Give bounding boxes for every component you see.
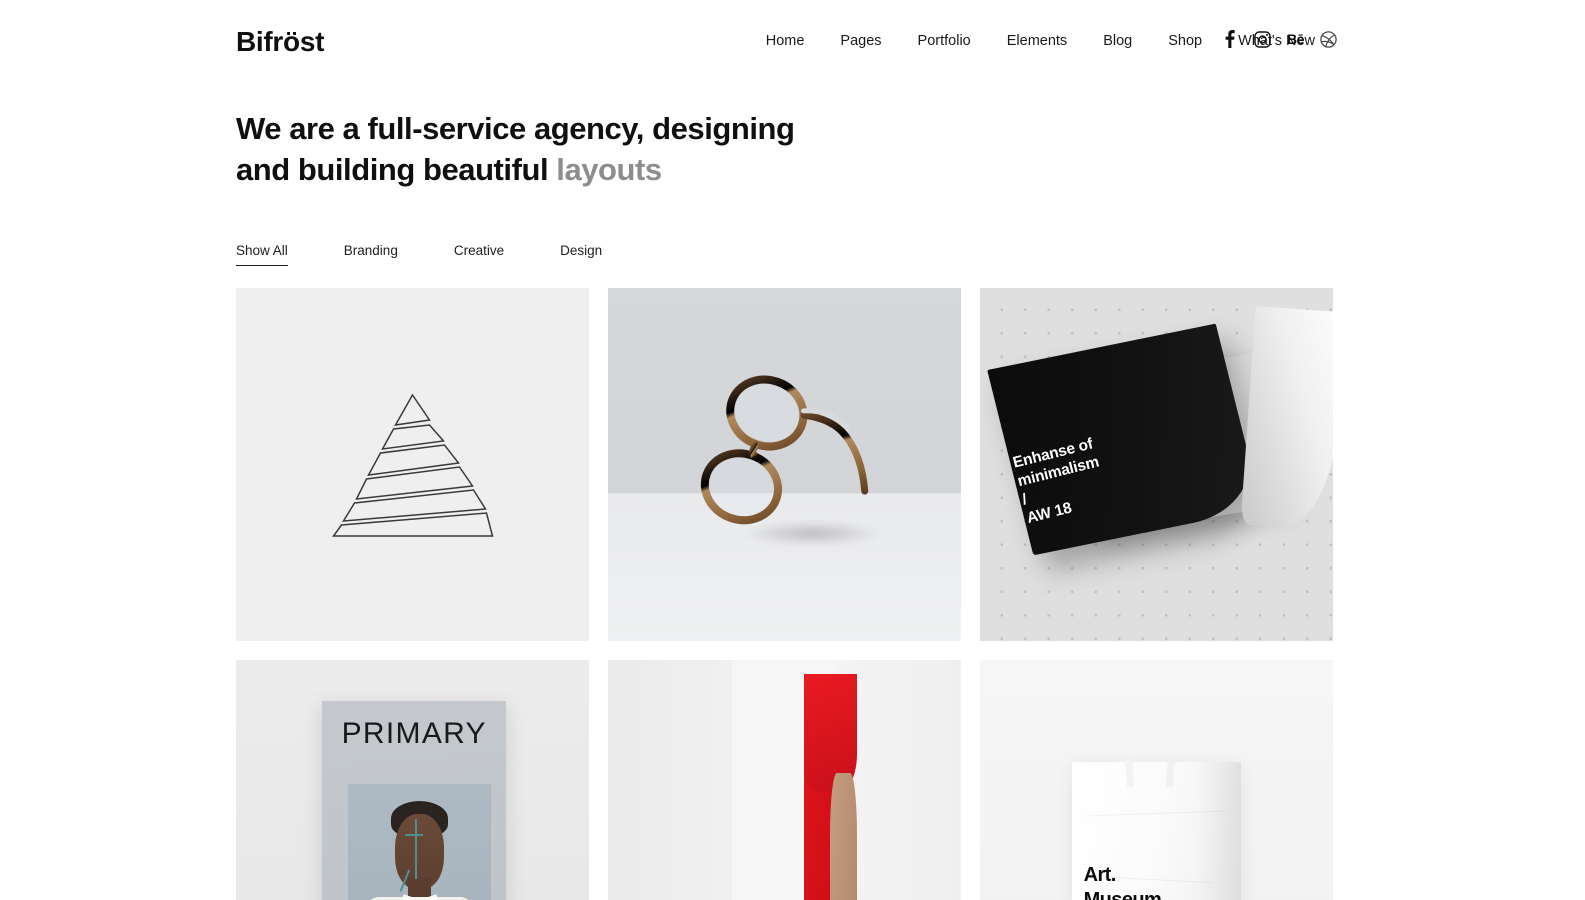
tote-bag: Art. Museum. Young. bbox=[1071, 753, 1242, 900]
site-logo[interactable]: Bifröst bbox=[236, 25, 324, 59]
nav-item-blog[interactable]: Blog bbox=[1085, 30, 1150, 52]
sliced-triangle-icon bbox=[331, 393, 493, 537]
nav-item-shop[interactable]: Shop bbox=[1150, 30, 1220, 52]
page-root: Bifröst Home Pages Portfolio Elements Bl… bbox=[0, 0, 1585, 900]
portfolio-item-red-shirt[interactable] bbox=[608, 660, 961, 900]
behance-icon[interactable]: Bē bbox=[1287, 30, 1305, 48]
portfolio-item-minimalism-poster[interactable]: Enhanse of minimalism / AW 18 bbox=[980, 288, 1333, 641]
dribbble-icon[interactable] bbox=[1320, 30, 1337, 48]
magazine-title: PRIMARY bbox=[341, 717, 487, 751]
nav-item-home[interactable]: Home bbox=[748, 30, 823, 52]
filter-creative[interactable]: Creative bbox=[454, 240, 504, 266]
filter-show-all[interactable]: Show All bbox=[236, 240, 288, 266]
portfolio-grid: Enhanse of minimalism / AW 18 PRIMARY Ar… bbox=[236, 288, 1333, 900]
portfolio-item-sliced-triangle[interactable] bbox=[236, 288, 589, 641]
filter-branding[interactable]: Branding bbox=[344, 240, 398, 266]
poster-curl bbox=[1240, 306, 1333, 531]
wall-left bbox=[608, 660, 732, 900]
page-title: We are a full-service agency, designing … bbox=[236, 108, 1136, 190]
magazine-cover: PRIMARY bbox=[322, 700, 507, 900]
instagram-icon[interactable] bbox=[1254, 30, 1271, 48]
facebook-icon[interactable] bbox=[1221, 30, 1238, 48]
social-links: Bē bbox=[1221, 30, 1337, 48]
tote-bag-text: Art. Museum. Young. bbox=[1083, 863, 1167, 900]
headline-line-2-muted: layouts bbox=[556, 152, 662, 187]
portfolio-item-primary-magazine[interactable]: PRIMARY bbox=[236, 660, 589, 900]
portfolio-item-eyeglasses[interactable] bbox=[608, 288, 961, 641]
headline-line-2-strong: and building beautiful bbox=[236, 152, 557, 187]
nav-item-pages[interactable]: Pages bbox=[822, 30, 899, 52]
model-arm bbox=[830, 772, 857, 900]
portfolio-item-tote-bag[interactable]: Art. Museum. Young. bbox=[980, 660, 1333, 900]
portfolio-filter-bar: Show All Branding Creative Design bbox=[236, 240, 658, 266]
headline-line-1: We are a full-service agency, designing bbox=[236, 111, 795, 146]
eyeglasses-photo bbox=[668, 355, 900, 574]
site-header: Bifröst Home Pages Portfolio Elements Bl… bbox=[0, 0, 1585, 82]
magazine-portrait bbox=[348, 783, 492, 900]
filter-design[interactable]: Design bbox=[560, 240, 602, 266]
nav-item-portfolio[interactable]: Portfolio bbox=[900, 30, 989, 52]
nav-item-elements[interactable]: Elements bbox=[989, 30, 1085, 52]
